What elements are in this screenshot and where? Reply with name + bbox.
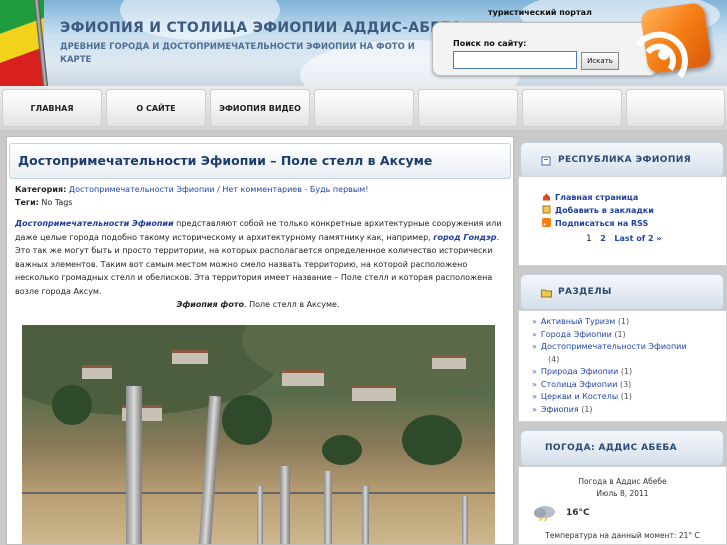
- nav-item-home[interactable]: ГЛАВНАЯ: [2, 89, 102, 127]
- tags-value: No Tags: [41, 198, 73, 207]
- search-button[interactable]: Искать: [581, 52, 619, 70]
- sidebar-divider: [518, 424, 727, 428]
- main-nav: ГЛАВНАЯ О САЙТЕ ЭФИОПИЯ ВИДЕО: [0, 86, 727, 130]
- page-last-link[interactable]: Last of 2 »: [614, 234, 661, 243]
- photo-tree: [402, 415, 462, 465]
- nav-item-video[interactable]: ЭФИОПИЯ ВИДЕО: [210, 89, 310, 127]
- photo-stela: [198, 395, 222, 544]
- photo-tree: [222, 395, 272, 445]
- photo-house: [172, 350, 208, 364]
- home-icon: [543, 193, 550, 201]
- sidebar-link-home[interactable]: Главная страница: [542, 192, 638, 202]
- rss-icon: [542, 218, 551, 227]
- category-item[interactable]: » Церкви и Костелы (1): [532, 391, 722, 404]
- sidebar-link-bookmark[interactable]: Добавить в закладки: [542, 205, 654, 215]
- widget-title-republic: РЕСПУБЛИКА ЭФИОПИЯ: [558, 155, 692, 165]
- nav-item-empty[interactable]: [314, 89, 414, 127]
- category-item-count: (4): [548, 354, 560, 364]
- post-photo[interactable]: [22, 325, 495, 544]
- photo-house: [352, 385, 396, 401]
- nav-item-empty[interactable]: [522, 89, 622, 127]
- sidebar: РЕСПУБЛИКА ЭФИОПИЯ Главная страница Доба…: [518, 136, 727, 545]
- widget-title-sections: РАЗДЕЛЫ: [558, 287, 612, 297]
- sidebar-link-home-label: Главная страница: [555, 193, 639, 202]
- city-link[interactable]: город Гондэр: [433, 233, 496, 242]
- sidebar-link-bookmark-label: Добавить в закладки: [555, 206, 654, 215]
- weather-footer: Температура на данный момент: 21° C: [545, 531, 700, 540]
- category-item[interactable]: » Достопримечательности Эфиопии: [532, 341, 722, 354]
- portal-label: туристический портал: [488, 8, 592, 17]
- nav-item-about[interactable]: О САЙТЕ: [106, 89, 206, 127]
- comments-link[interactable]: / Нет комментариев - Будь первым!: [215, 185, 368, 194]
- weather-temp: 16°C: [566, 508, 590, 518]
- photo-house: [82, 365, 112, 379]
- main-content: Достопримечательности Эфиопии – Поле сте…: [6, 136, 514, 545]
- category-item[interactable]: » Активный Туризм (1): [532, 316, 722, 329]
- widget-head-sections: РАЗДЕЛЫ: [520, 274, 724, 310]
- category-label: Категория:: [15, 185, 67, 194]
- tags-label: Теги:: [15, 198, 39, 207]
- rss-icon[interactable]: [626, 1, 713, 88]
- widget-title-weather: ПОГОДА: АДДИС АБЕБА: [545, 443, 677, 453]
- pagination: 1 2 Last of 2 »: [586, 234, 668, 244]
- cloud-rain-icon: [534, 506, 555, 522]
- photo-stela: [324, 471, 332, 544]
- category-item[interactable]: » Города Эфиопии (1): [532, 329, 722, 342]
- photo-house: [432, 355, 466, 369]
- page-2-link[interactable]: 2: [600, 234, 606, 243]
- photo-stela: [462, 496, 468, 544]
- post-body: Достопримечательности Эфиопии представля…: [15, 217, 505, 298]
- photo-tree: [322, 435, 362, 465]
- widget-head-weather: ПОГОДА: АДДИС АБЕБА: [520, 430, 724, 466]
- category-item[interactable]: » Природа Эфиопии (1): [532, 366, 722, 379]
- caption-rest: . Поле стелл в Аксуме.: [244, 300, 340, 309]
- site-title[interactable]: ЭФИОПИЯ И СТОЛИЦА ЭФИОПИИ АДДИС-АБЕБА: [60, 20, 462, 36]
- lead-link[interactable]: Достопримечательности Эфиопии: [15, 219, 174, 228]
- photo-caption: Эфиопия фото. Поле стелл в Аксуме.: [7, 300, 509, 309]
- photo-tree: [52, 385, 92, 425]
- weather-line-1: Погода в Аддис Абебе: [578, 477, 667, 486]
- site-subtitle: ДРЕВНИЕ ГОРОДА И ДОСТОПРИМЕЧАТЕЛЬНОСТИ Э…: [60, 42, 415, 65]
- nav-item-empty[interactable]: [418, 89, 518, 127]
- photo-stela: [362, 486, 369, 544]
- document-icon: [541, 156, 551, 166]
- weather-date: Июль 8, 2011: [596, 489, 649, 498]
- weather-info: Погода в Аддис Абебе Июль 8, 2011: [518, 476, 727, 500]
- post-title[interactable]: Достопримечательности Эфиопии – Поле сте…: [18, 153, 432, 168]
- photo-stela: [280, 466, 290, 544]
- folder-icon: [541, 289, 552, 298]
- photo-house: [282, 370, 324, 386]
- category-list: » Активный Туризм (1) » Города Эфиопии (1)…: [532, 316, 722, 416]
- category-item[interactable]: » Столица Эфиопии (3): [532, 379, 722, 392]
- photo-stela: [257, 486, 263, 544]
- category-link[interactable]: Достопримечательности Эфиопии: [69, 185, 215, 194]
- sidebar-divider: [518, 268, 727, 272]
- post-title-bar: Достопримечательности Эфиопии – Поле сте…: [9, 143, 511, 179]
- page-current: 1: [586, 234, 592, 244]
- photo-stela: [126, 386, 142, 544]
- sidebar-link-rss-label: Подписаться на RSS: [555, 219, 649, 228]
- category-item[interactable]: » Эфиопия (1): [532, 404, 722, 417]
- post-meta: Категория: Достопримечательности Эфиопии…: [15, 183, 505, 209]
- site-header: ЭФИОПИЯ И СТОЛИЦА ЭФИОПИИ АДДИС-АБЕБА ДР…: [0, 0, 727, 88]
- sidebar-link-rss[interactable]: Подписаться на RSS: [542, 218, 648, 228]
- widget-head-republic: РЕСПУБЛИКА ЭФИОПИЯ: [520, 142, 724, 178]
- bookmark-icon: [542, 205, 551, 214]
- search-box: Поиск по сайту: Искать: [432, 22, 658, 76]
- nav-item-empty[interactable]: [626, 89, 725, 127]
- caption-em: Эфиопия фото: [176, 300, 244, 309]
- search-label: Поиск по сайту:: [453, 39, 527, 48]
- search-input[interactable]: [453, 51, 577, 69]
